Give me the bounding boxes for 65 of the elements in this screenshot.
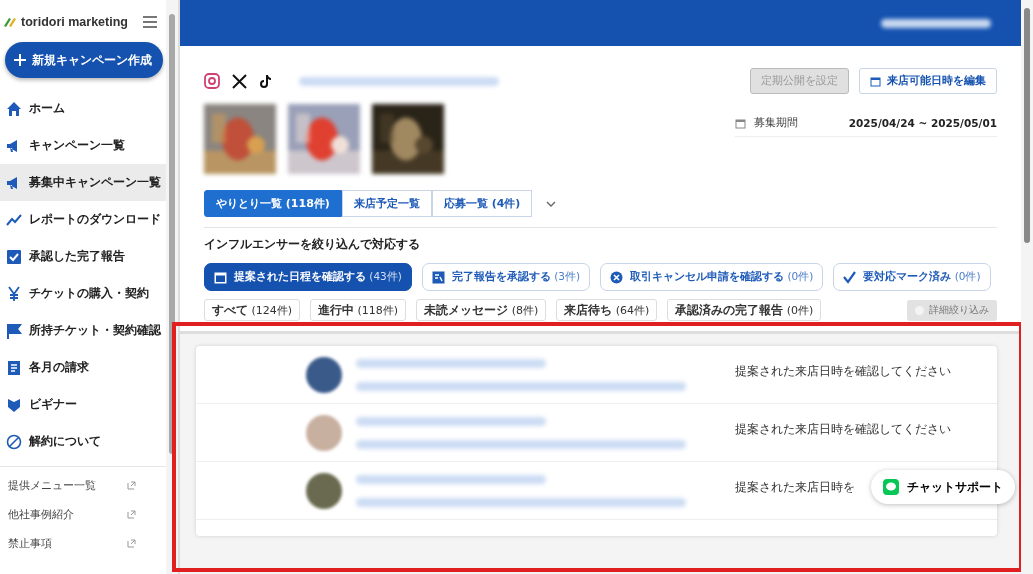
x-icon[interactable]: [232, 73, 247, 89]
chevron-down-icon[interactable]: [546, 200, 557, 207]
tab[interactable]: 応募一覧 (4件): [431, 190, 533, 217]
logo-icon: [3, 16, 17, 28]
status-text: 提案された来店日時を確認してください: [735, 364, 951, 378]
tab[interactable]: やりとり一覧 (118件): [204, 190, 342, 217]
beginner-icon: [6, 396, 22, 413]
camera-icon[interactable]: [204, 73, 220, 89]
edit-hours-button[interactable]: 来店可能日時を編集: [859, 68, 997, 94]
sidebar-item[interactable]: ホーム: [0, 90, 166, 127]
filter-chip[interactable]: 進行中 (118件): [310, 299, 407, 321]
sidebar-item[interactable]: 各月の請求: [0, 349, 166, 386]
scrollbar-thumb[interactable]: [169, 14, 175, 454]
filter-action-button[interactable]: 要対応マーク済み (0件): [833, 263, 991, 291]
check-icon: [843, 270, 857, 284]
calendar-icon: [870, 75, 881, 87]
plus-icon: [14, 54, 26, 66]
home-icon: [6, 100, 22, 117]
check-icon: [6, 248, 22, 265]
sidebar-item[interactable]: レポートのダウンロード: [0, 201, 166, 238]
filter-chip[interactable]: すべて (124件): [204, 299, 301, 321]
status-text: 提案された来店日時を: [735, 480, 855, 494]
yen-icon: [6, 285, 22, 302]
external-link-icon: [127, 539, 136, 548]
calendar-icon: [735, 117, 746, 129]
filter-action-button[interactable]: 完了報告を承認する (3件): [421, 263, 591, 291]
avatar: [306, 472, 342, 509]
sidebar-item[interactable]: 承認した完了報告: [0, 238, 166, 275]
scrollbar-thumb[interactable]: [1024, 8, 1030, 243]
sidebar-item[interactable]: チケットの購入・契約: [0, 275, 166, 312]
calendar-icon: [214, 270, 227, 284]
filter-action-button[interactable]: 提案された日程を確認する (43件): [204, 263, 412, 291]
filter-chip[interactable]: 来店待ち (64件): [556, 299, 658, 321]
filter-heading: インフルエンサーを絞り込んで対応する: [204, 236, 421, 253]
sidebar-item[interactable]: ビギナー: [0, 386, 166, 423]
bill-icon: [6, 359, 22, 376]
sidebar-item[interactable]: キャンペーン一覧: [0, 127, 166, 164]
filter-chip[interactable]: 未読メッセージ (8件): [416, 299, 547, 321]
status-text: 提案された来店日時を確認してください: [735, 422, 951, 436]
chat-support-button[interactable]: チャットサポート: [871, 470, 1015, 504]
cancel-icon: [610, 270, 624, 284]
tab[interactable]: 来店予定一覧: [341, 190, 432, 217]
external-link[interactable]: 提供メニュー一覧: [0, 471, 166, 500]
flag-icon: [6, 322, 22, 339]
logo-text: toridori marketing: [21, 15, 129, 29]
new-campaign-button[interactable]: 新規キャンペーン作成: [5, 42, 163, 78]
avatar: [306, 356, 342, 393]
filter-chip[interactable]: 承認済みの完了報告 (0件): [667, 299, 822, 321]
detail-filter-button[interactable]: 詳細絞り込み: [907, 299, 997, 321]
menu-icon[interactable]: [142, 16, 158, 28]
period-label: 募集期間: [754, 116, 799, 130]
sidebar-item[interactable]: 所持チケット・契約確認: [0, 312, 166, 349]
filter-action-button[interactable]: 取引キャンセル申請を確認する (0件): [600, 263, 824, 291]
avatar: [306, 414, 342, 451]
report-icon: [431, 270, 445, 284]
chat-bubble-icon: [883, 479, 899, 495]
ban-icon: [6, 433, 22, 450]
external-link-icon: [127, 481, 136, 490]
period-value: 2025/04/24 ~ 2025/05/01: [848, 117, 997, 129]
external-link[interactable]: 禁止事項: [0, 529, 166, 558]
external-link[interactable]: 他社事例紹介: [0, 500, 166, 529]
music-note-icon[interactable]: [259, 73, 273, 89]
sidebar-item[interactable]: 解約について: [0, 423, 166, 460]
sidebar-item[interactable]: 募集中キャンペーン一覧: [0, 164, 166, 201]
external-link-icon: [127, 510, 136, 519]
